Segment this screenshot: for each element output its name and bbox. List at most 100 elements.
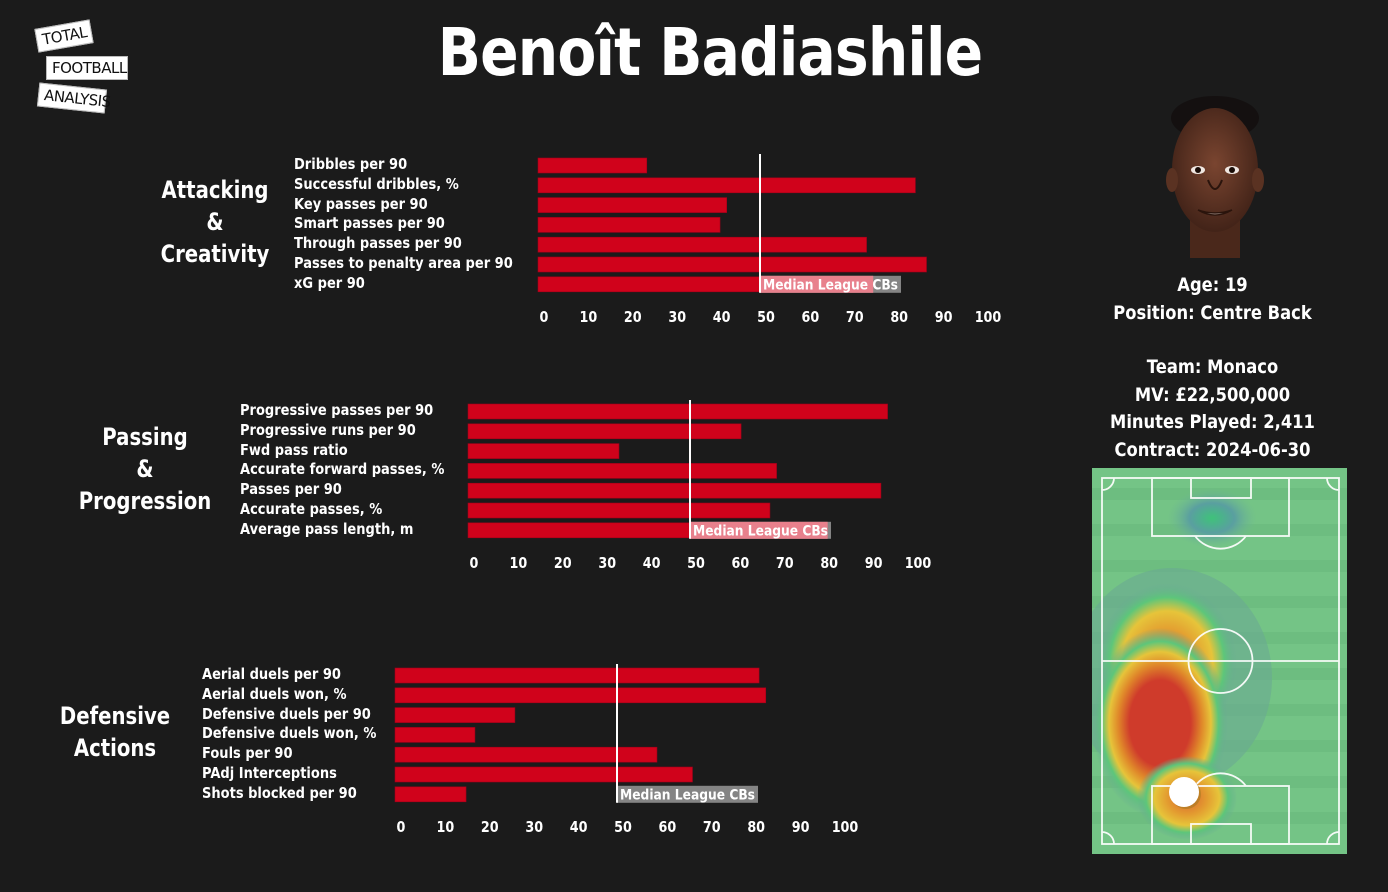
section-title-attacking: Attacking & Creativity — [154, 174, 277, 270]
x-tick-label: 90 — [865, 555, 883, 572]
player-age: Age: 19 — [1177, 274, 1248, 296]
logo-text-total: TOTAL — [34, 19, 94, 53]
section-title-line: Progression — [78, 487, 212, 515]
logo-text-analysis: ANALYSIS — [36, 82, 111, 114]
x-tick-label: 20 — [554, 555, 572, 572]
bar-6 — [467, 502, 771, 519]
x-tick-label: 100 — [832, 819, 859, 836]
section-title-defensive: Defensive Actions — [54, 700, 177, 764]
section-title-passing: Passing & Progression — [75, 421, 214, 517]
median-label: Median League CBs — [620, 787, 755, 803]
bar-2 — [394, 687, 767, 704]
bar-4 — [467, 463, 777, 479]
metric-label: Passes to penalty area per 90 — [294, 253, 513, 272]
bar-4 — [537, 217, 721, 233]
x-tick-label: 90 — [935, 309, 953, 326]
x-tick-label: 80 — [890, 309, 908, 326]
metric-labels-attacking: Dribbles per 90 Successful dribbles, % K… — [294, 155, 513, 294]
x-tick-label: 40 — [643, 555, 661, 572]
x-tick-label: 60 — [659, 819, 677, 836]
bar-2 — [467, 423, 742, 440]
metric-labels-passing: Progressive passes per 90 Progressive ru… — [240, 401, 444, 540]
metric-label: Key passes per 90 — [294, 194, 428, 213]
median-label: Median League CBs — [763, 277, 898, 293]
x-tick-label: 10 — [510, 555, 528, 572]
bar-3 — [394, 707, 516, 723]
x-tick-label: 60 — [732, 555, 750, 572]
metric-label: Fouls per 90 — [202, 744, 293, 763]
x-tick-label: 20 — [481, 819, 499, 836]
metric-label: Defensive duels per 90 — [202, 704, 371, 723]
x-tick-label: 70 — [703, 819, 721, 836]
metric-label: Aerial duels per 90 — [202, 665, 341, 683]
metric-labels-defensive: Aerial duels per 90 Aerial duels won, % … — [202, 665, 376, 804]
x-tick-label: 90 — [792, 819, 810, 836]
x-tick-label: 70 — [846, 309, 864, 326]
metric-label: xG per 90 — [294, 273, 365, 292]
x-tick-label: 20 — [624, 309, 642, 326]
metric-label: Progressive passes per 90 — [240, 401, 434, 419]
x-tick-label: 100 — [905, 555, 932, 572]
metric-label: Smart passes per 90 — [294, 214, 445, 233]
metric-label: PAdj Interceptions — [202, 763, 337, 782]
player-photo — [1166, 96, 1264, 258]
attacking-bar-chart: Median League CBs 0 10 20 30 40 50 60 70 80 90 100 — [537, 154, 1002, 326]
x-tick-label: 60 — [802, 309, 820, 326]
metric-label: Through passes per 90 — [294, 234, 462, 253]
metric-label: Shots blocked per 90 — [202, 783, 357, 802]
x-tick-label: 70 — [776, 555, 794, 572]
x-tick-label: 0 — [540, 309, 549, 326]
section-title-line: Actions — [73, 734, 157, 762]
x-tick-label: 80 — [747, 819, 765, 836]
section-title-line: & — [206, 208, 224, 236]
bar-5 — [467, 482, 882, 499]
player-name-title: Benoît Badiashile — [437, 14, 983, 91]
section-title-line: Passing — [102, 423, 188, 451]
x-tick-label: 100 — [975, 309, 1002, 326]
metric-label: Progressive runs per 90 — [240, 420, 416, 439]
player-info: Age: 19 Position: Centre Back Team: Mona… — [1107, 272, 1318, 464]
bar-5 — [537, 236, 867, 253]
x-tick-label: 10 — [580, 309, 598, 326]
section-title-line: & — [136, 455, 154, 483]
metric-label: Dribbles per 90 — [294, 155, 408, 173]
x-tick-label: 50 — [614, 819, 632, 836]
bar-4 — [394, 727, 476, 743]
bar-6 — [537, 256, 927, 273]
bar-6 — [394, 766, 693, 783]
x-tick-label: 0 — [470, 555, 479, 572]
heatmap-pitch — [1092, 468, 1347, 854]
x-tick-label: 30 — [525, 819, 543, 836]
x-tick-label: 40 — [713, 309, 731, 326]
x-tick-label: 50 — [757, 309, 775, 326]
player-contract: Contract: 2024-06-30 — [1114, 438, 1311, 461]
bar-1 — [467, 403, 888, 420]
metric-label: Defensive duels won, % — [202, 724, 377, 743]
player-minutes-played: Minutes Played: 2,411 — [1110, 411, 1315, 433]
metric-label: Aerial duels won, % — [202, 684, 347, 703]
player-team: Team: Monaco — [1146, 356, 1279, 378]
bar-1 — [537, 157, 648, 174]
section-title-line: Attacking — [161, 176, 269, 204]
x-tick-label: 40 — [570, 819, 588, 836]
metric-label: Fwd pass ratio — [240, 440, 348, 459]
bar-7 — [394, 786, 467, 803]
bar-1 — [394, 667, 760, 684]
metric-label: Accurate forward passes, % — [240, 460, 445, 479]
section-title-line: Defensive — [59, 702, 171, 730]
x-tick-label: 0 — [397, 819, 406, 836]
x-tick-label: 30 — [668, 309, 686, 326]
player-market-value: MV: £22,500,000 — [1134, 383, 1291, 406]
passing-bar-chart: Median League CBs 0 10 20 30 40 50 60 70 80 90 100 — [467, 400, 932, 572]
player-position: Position: Centre Back — [1113, 301, 1312, 324]
x-tick-label: 80 — [820, 555, 838, 572]
metric-label: Accurate passes, % — [240, 499, 383, 518]
metric-label: Successful dribbles, % — [294, 174, 459, 193]
defensive-bar-chart: Median League CBs 0 10 20 30 40 50 60 70 80 90 100 — [394, 664, 859, 836]
metric-label: Average pass length, m — [240, 519, 414, 538]
bar-3 — [537, 197, 727, 213]
average-position-marker — [1169, 777, 1199, 807]
x-tick-label: 30 — [598, 555, 616, 572]
bar-3 — [467, 443, 620, 459]
x-tick-label: 10 — [437, 819, 455, 836]
